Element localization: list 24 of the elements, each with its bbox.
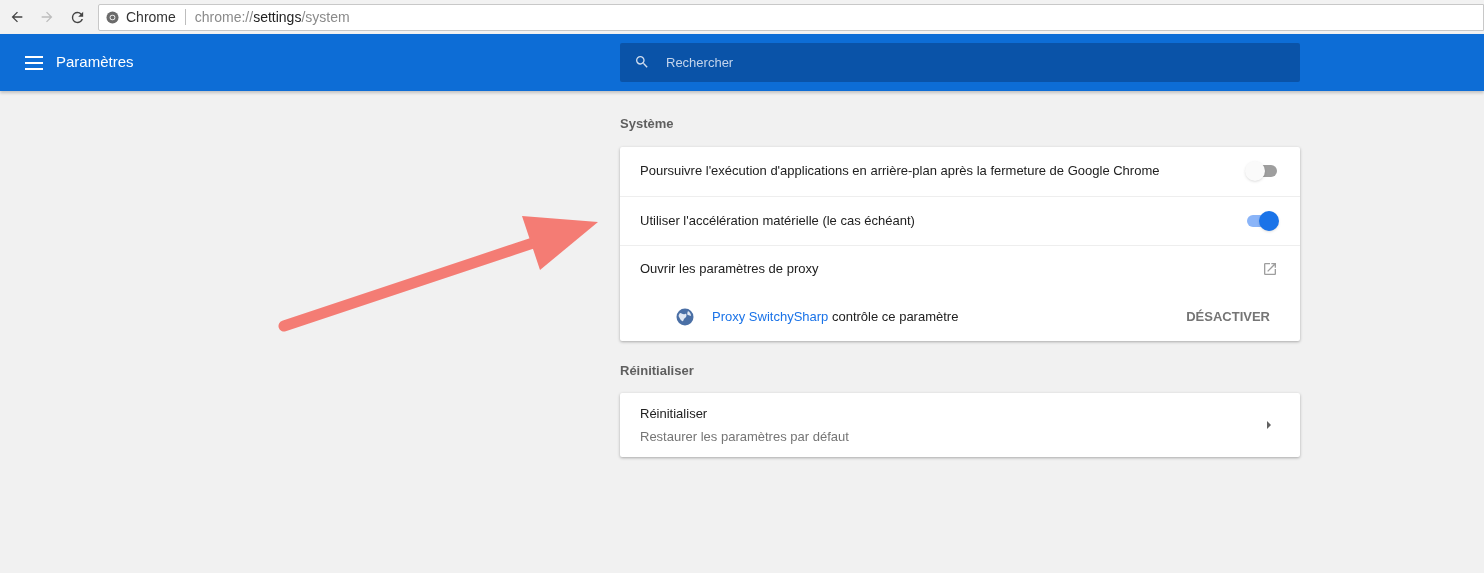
setting-label: Réinitialiser xyxy=(640,404,709,423)
deactivate-button[interactable]: DÉSACTIVER xyxy=(1178,302,1278,331)
setting-label: Utiliser l'accélération matérielle (le cas échéant) xyxy=(640,211,915,230)
setting-label: Ouvrir les paramètres de proxy xyxy=(640,260,819,279)
caret-icon[interactable] xyxy=(1266,420,1272,430)
globe-icon xyxy=(676,307,694,326)
site-label: Chrome xyxy=(126,7,176,27)
address-bar[interactable]: Chrome chrome://settings/system xyxy=(98,3,1484,31)
section-title: Système xyxy=(620,115,675,133)
url-text: chrome://settings/system xyxy=(194,7,350,27)
menu-icon[interactable] xyxy=(25,55,43,70)
search-field[interactable]: Rechercher xyxy=(620,43,1300,82)
extension-link[interactable]: Proxy SwitchySharp xyxy=(712,308,829,324)
section-title: Réinitialiser xyxy=(620,361,695,380)
back-icon[interactable] xyxy=(9,9,25,25)
chrome-logo-icon xyxy=(106,10,119,24)
external-link-icon[interactable] xyxy=(1262,261,1278,277)
setting-label: Poursuivre l'exécution d'applications en arrière-plan après la fermeture de Google Chrome xyxy=(640,162,1160,181)
toggle-switch[interactable] xyxy=(1245,161,1279,181)
search-icon xyxy=(634,54,650,70)
setting-description: Restaurer les paramètres par défaut xyxy=(640,428,849,446)
extension-text: contrôle ce paramètre xyxy=(830,308,959,324)
page-title: Paramètres xyxy=(56,52,134,73)
toggle-switch[interactable] xyxy=(1245,210,1279,231)
